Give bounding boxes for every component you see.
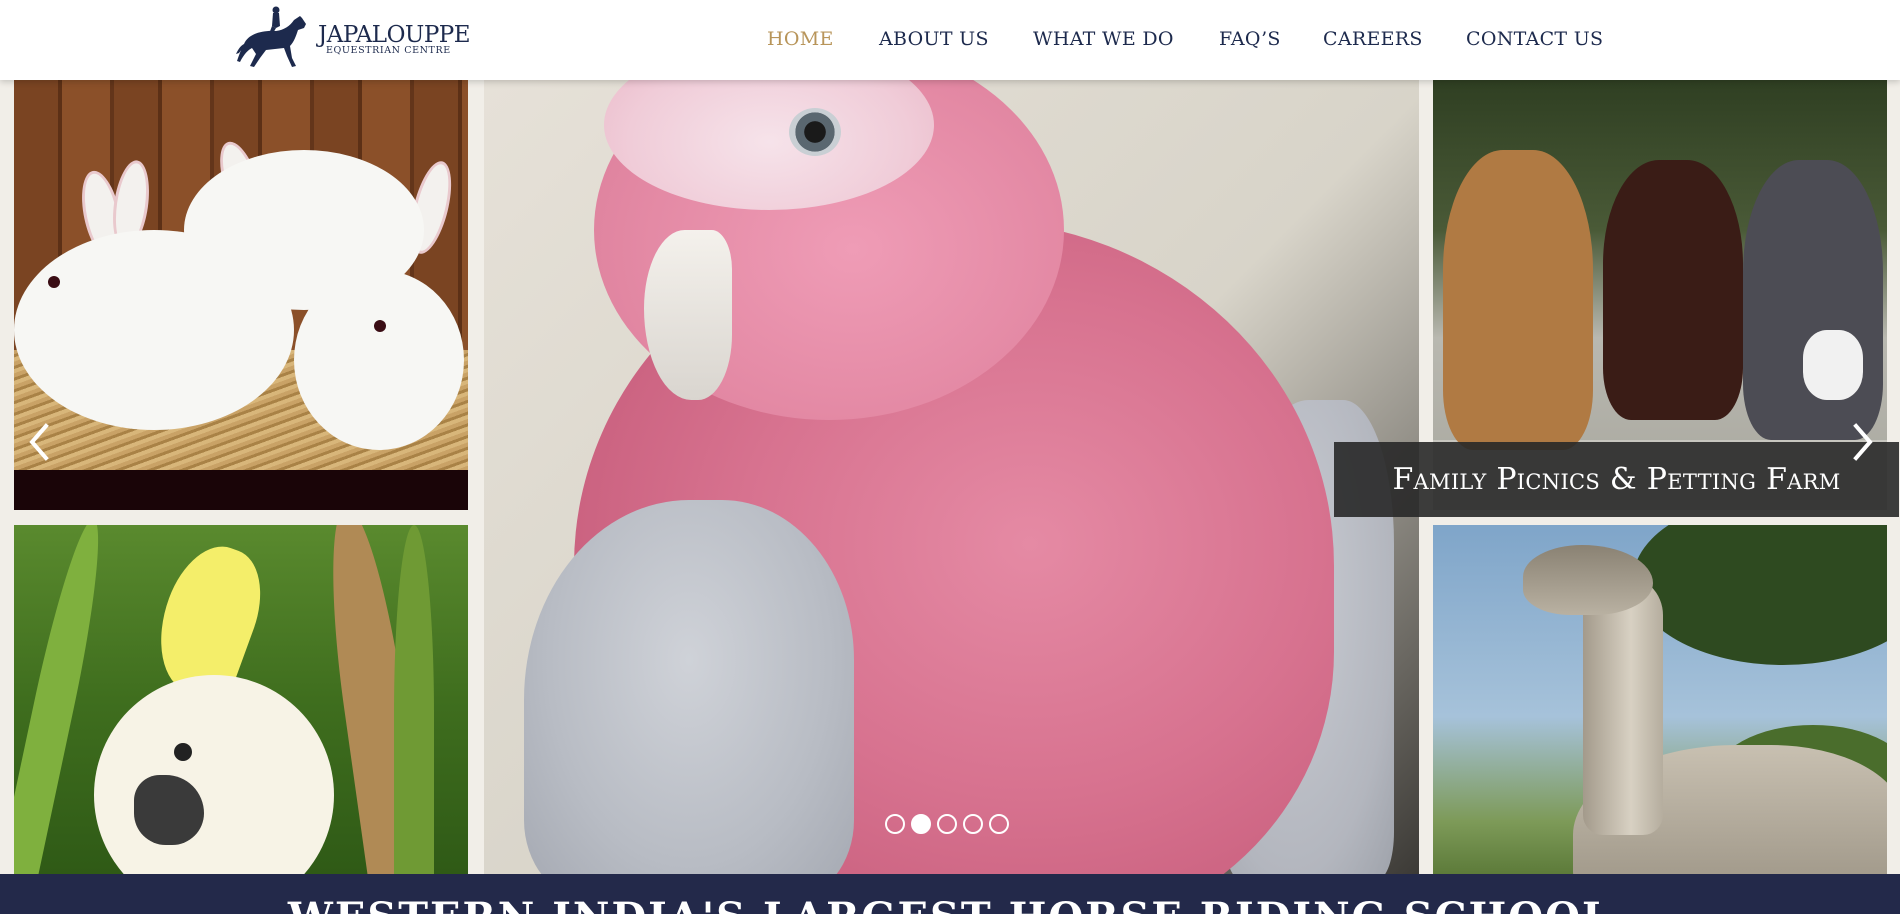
- slide-caption: Family Picnics & Petting Farm: [1334, 442, 1899, 517]
- chevron-right-icon: [1853, 423, 1873, 461]
- cockatoo-eye: [174, 743, 192, 761]
- site-header: JAPALOUPPE EQUESTRIAN CENTRE HOME ABOUT …: [0, 0, 1900, 80]
- cockatoo-body: [94, 675, 334, 874]
- nav-what-we-do[interactable]: WHAT WE DO: [1033, 26, 1174, 52]
- rabbit-eye: [374, 320, 386, 332]
- banner-title: WESTERN INDIA'S LARGEST HORSE RIDING SCH…: [0, 898, 1900, 914]
- rabbit: [14, 230, 294, 430]
- rabbit-eye: [48, 276, 60, 288]
- hero-slider[interactable]: Family Picnics & Petting Farm: [0, 80, 1900, 874]
- rabbit: [294, 270, 464, 450]
- slide-dot-1[interactable]: [885, 814, 905, 834]
- nav-careers[interactable]: CAREERS: [1323, 26, 1423, 52]
- dog-chest-patch: [1803, 330, 1863, 400]
- nav-about-us[interactable]: ABOUT US: [879, 26, 989, 52]
- dog: [1603, 160, 1743, 420]
- main-nav: HOME ABOUT US WHAT WE DO FAQ’S CAREERS C…: [0, 26, 1900, 52]
- cockatoo-photo: [14, 525, 468, 874]
- slider-pagination: [885, 814, 1015, 840]
- slide-dot-3[interactable]: [937, 814, 957, 834]
- galah-eye: [789, 108, 841, 156]
- chevron-left-icon: [29, 423, 49, 461]
- slider-next-button[interactable]: [1838, 410, 1886, 474]
- photo-bottom-band: [14, 470, 468, 510]
- galah-photo: [484, 80, 1419, 874]
- slider-prev-button[interactable]: [16, 410, 64, 474]
- tree-canopy: [1633, 525, 1887, 665]
- dog: [1443, 150, 1593, 450]
- slide-dot-2[interactable]: [911, 814, 931, 834]
- nav-home[interactable]: HOME: [767, 26, 834, 52]
- goose-head: [1523, 545, 1653, 615]
- nav-contact-us[interactable]: CONTACT US: [1466, 26, 1603, 52]
- slide-dot-5[interactable]: [989, 814, 1009, 834]
- slide-dot-4[interactable]: [963, 814, 983, 834]
- dog: [1743, 160, 1883, 440]
- galah-wing: [524, 500, 854, 874]
- rabbits-photo: [14, 80, 468, 510]
- goose-photo: [1433, 525, 1887, 874]
- nav-faqs[interactable]: FAQ’S: [1219, 26, 1281, 52]
- leaf: [394, 525, 434, 874]
- intro-banner: WESTERN INDIA'S LARGEST HORSE RIDING SCH…: [0, 874, 1900, 914]
